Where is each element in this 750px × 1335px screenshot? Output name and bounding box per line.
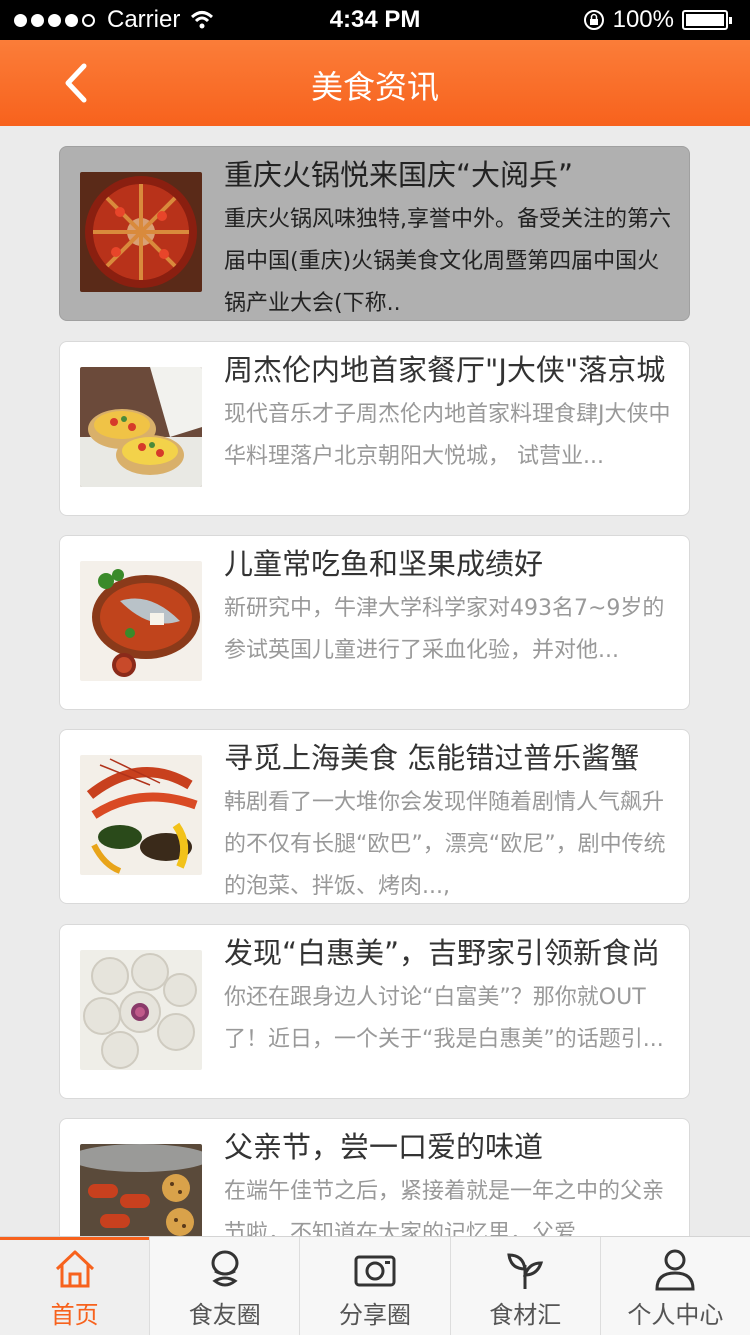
tab-label: 食友圈 bbox=[188, 1301, 261, 1329]
article-title: 父亲节，尝一口爱的味道 bbox=[224, 1130, 544, 1164]
tab-label: 首页 bbox=[50, 1301, 99, 1329]
nav-bar: 美食资讯 bbox=[0, 40, 750, 126]
article-card[interactable]: 儿童常吃鱼和坚果成绩好 新研究中，牛津大学科学家对493名7~9岁的参试英国儿童… bbox=[59, 535, 690, 710]
tab-ingredients[interactable]: 食材汇 bbox=[449, 1237, 600, 1335]
sprout-icon bbox=[507, 1253, 544, 1289]
article-summary: 新研究中，牛津大学科学家对493名7~9岁的参试英国儿童进行了采血化验，并对他.… bbox=[224, 596, 665, 663]
article-title: 周杰伦内地首家餐厅"J大侠"落京城 bbox=[224, 353, 666, 387]
article-thumbnail bbox=[80, 755, 202, 875]
article-summary: 韩剧看了一大堆你会发现伴随着剧情人气飙升的不仅有长腿“欧巴”，漂亮“欧尼”，剧中… bbox=[224, 790, 666, 899]
status-right: 100% bbox=[583, 6, 732, 34]
tab-home[interactable]: 首页 bbox=[0, 1237, 150, 1335]
battery-icon bbox=[682, 10, 732, 30]
page-title: 美食资讯 bbox=[310, 68, 439, 106]
article-summary: 现代音乐才子周杰伦内地首家料理食肆J大侠中华料理落户北京朝阳大悦城， 试营业..… bbox=[224, 402, 671, 469]
article-thumbnail bbox=[80, 172, 202, 292]
tab-bar: 首页 食友圈 分享圈 食材汇 个人中心 bbox=[0, 1236, 750, 1335]
article-card[interactable]: 周杰伦内地首家餐厅"J大侠"落京城 现代音乐才子周杰伦内地首家料理食肆J大侠中华… bbox=[59, 341, 690, 516]
article-thumbnail bbox=[80, 561, 202, 681]
article-thumbnail bbox=[80, 367, 202, 487]
tab-label: 食材汇 bbox=[489, 1301, 562, 1329]
tab-label: 个人中心 bbox=[627, 1301, 724, 1329]
article-summary: 重庆火锅风味独特,享誉中外。备受关注的第六届中国(重庆)火锅美食文化周暨第四届中… bbox=[224, 207, 671, 316]
article-card[interactable]: 重庆火锅悦来国庆“大阅兵” 重庆火锅风味独特,享誉中外。备受关注的第六届中国(重… bbox=[59, 146, 690, 321]
article-summary: 你还在跟身边人讨论“白富美”？那你就OUT了！近日，一个关于“我是白惠美”的话题… bbox=[224, 985, 664, 1052]
article-title: 儿童常吃鱼和坚果成绩好 bbox=[224, 547, 544, 581]
tab-profile[interactable]: 个人中心 bbox=[599, 1237, 750, 1335]
person-icon bbox=[655, 1249, 695, 1291]
home-icon bbox=[55, 1250, 94, 1288]
chef-icon bbox=[211, 1250, 239, 1287]
article-card[interactable]: 发现“白惠美”，吉野家引领新食尚 你还在跟身边人讨论“白富美”？那你就OUT了！… bbox=[59, 924, 690, 1099]
tab-share[interactable]: 分享圈 bbox=[299, 1237, 449, 1335]
status-bar: Carrier 4:34 PM 100% bbox=[0, 0, 750, 40]
camera-icon bbox=[354, 1255, 396, 1287]
rotation-lock-icon bbox=[583, 10, 604, 30]
battery-percent: 100% bbox=[612, 6, 674, 33]
tab-food-friends[interactable]: 食友圈 bbox=[149, 1237, 299, 1335]
article-thumbnail bbox=[80, 950, 202, 1070]
article-title: 发现“白惠美”，吉野家引领新食尚 bbox=[224, 936, 661, 970]
tab-label: 分享圈 bbox=[339, 1301, 411, 1329]
article-title: 重庆火锅悦来国庆“大阅兵” bbox=[224, 158, 574, 192]
article-card[interactable]: 寻觅上海美食 怎能错过普乐酱蟹 韩剧看了一大堆你会发现伴随着剧情人气飙升的不仅有… bbox=[59, 729, 690, 904]
article-title: 寻觅上海美食 怎能错过普乐酱蟹 bbox=[224, 741, 640, 775]
